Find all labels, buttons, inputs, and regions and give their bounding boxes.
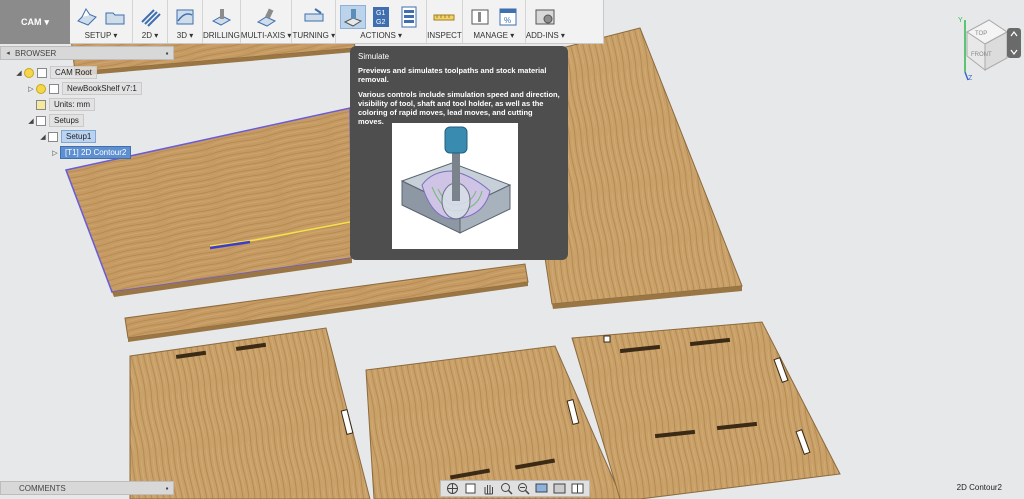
- simulation-preview-image: [392, 123, 518, 249]
- expand-arrow-icon[interactable]: ◢: [26, 117, 36, 125]
- expand-arrow-icon[interactable]: ◢: [38, 133, 48, 141]
- zoom-icon[interactable]: [499, 482, 513, 495]
- svg-text:%: %: [504, 16, 511, 25]
- collapse-icon[interactable]: ◂: [1, 49, 15, 57]
- grid-settings-icon[interactable]: [552, 482, 566, 495]
- cube-face-top[interactable]: TOP: [975, 31, 987, 37]
- wood-panel-selected[interactable]: [64, 107, 353, 297]
- visibility-bulb-icon[interactable]: [36, 83, 46, 94]
- workspace-label: CAM: [20, 17, 42, 27]
- tree-item-operation[interactable]: ▷ [T1] 2D Contour2: [50, 146, 132, 159]
- viewports-icon[interactable]: [570, 482, 584, 495]
- toolbar-label-actions: ACTIONS ▾: [360, 31, 403, 40]
- tree-item-setups[interactable]: ◢ Setups: [26, 114, 84, 127]
- wood-panel-bottom-left[interactable]: [129, 327, 371, 499]
- expand-arrow-icon[interactable]: ▷: [50, 149, 60, 157]
- drill-icon[interactable]: [208, 5, 234, 29]
- browser-options-icon[interactable]: ▪: [161, 49, 173, 58]
- g1-label: G1: [376, 10, 385, 17]
- tree-item-setup1[interactable]: ◢ Setup1: [38, 130, 97, 143]
- toolbar-group-setup[interactable]: SETUP ▾: [70, 0, 133, 43]
- toolbar-label-add-ins: ADD-INS ▾: [525, 31, 565, 40]
- browser-title: BROWSER: [15, 48, 57, 58]
- turning-icon[interactable]: [301, 5, 327, 29]
- toolbar-group-2d[interactable]: 2D ▾: [133, 0, 168, 43]
- toolbar-label-2d: 2D ▾: [141, 31, 159, 40]
- toolbar-group-multi-axis[interactable]: MULTI-AXIS ▾: [241, 0, 293, 43]
- tree-label: CAM Root: [50, 66, 97, 79]
- simulate-tooltip: Simulate Previews and simulates toolpath…: [350, 46, 568, 260]
- wood-panel-bottom-right[interactable]: [571, 321, 841, 499]
- g2-label: G2: [376, 19, 385, 26]
- axis-y-label: Y: [958, 17, 963, 24]
- toolbar-label-turning: TURNING ▾: [292, 31, 336, 40]
- 3d-adaptive-icon[interactable]: [172, 5, 198, 29]
- tool-library-icon[interactable]: [467, 5, 493, 29]
- tree-item-model[interactable]: ▷ NewBookShelf v7:1: [26, 82, 142, 95]
- tree-label: Setups: [49, 114, 84, 127]
- expand-arrow-icon[interactable]: ▷: [26, 85, 36, 93]
- measure-icon[interactable]: [431, 5, 457, 29]
- tree-label: Units: mm: [49, 98, 95, 111]
- multi-axis-icon[interactable]: [253, 5, 279, 29]
- tree-item-units[interactable]: Units: mm: [36, 98, 95, 111]
- tooltip-paragraph-2: Various controls include simulation spee…: [358, 90, 560, 126]
- new-setup-icon[interactable]: [74, 5, 100, 29]
- look-at-icon[interactable]: [464, 482, 478, 495]
- tree-label: Setup1: [61, 130, 97, 143]
- toolbar-group-manage[interactable]: % MANAGE ▾: [463, 0, 526, 43]
- toolbar-group-drilling[interactable]: DRILLING: [203, 0, 241, 43]
- tree-item-cam-root[interactable]: ◢ CAM Root: [14, 66, 97, 79]
- toolbar-group-inspect[interactable]: INSPECT: [427, 0, 463, 43]
- orbit-icon[interactable]: [446, 482, 460, 495]
- folder-icon: [37, 67, 47, 78]
- folder-icon: [36, 115, 46, 126]
- toolbar-label-setup: SETUP ▾: [84, 31, 118, 40]
- scripts-addins-icon[interactable]: [532, 5, 558, 29]
- toolbar-group-add-ins[interactable]: ADD-INS ▾: [526, 0, 565, 43]
- comments-toggle-icon[interactable]: ▪: [161, 484, 173, 493]
- visibility-bulb-icon[interactable]: [24, 67, 34, 78]
- simulate-icon[interactable]: [340, 5, 367, 29]
- setup-sheet-icon[interactable]: [396, 5, 422, 29]
- zoom-window-icon[interactable]: [517, 482, 531, 495]
- navigation-bar: [440, 480, 590, 497]
- toolbar-label-drilling: DRILLING: [203, 31, 240, 40]
- toolbar: CAM ▾ SETUP ▾ 2D ▾ 3D ▾ DRILLING MULTI-A…: [0, 0, 604, 44]
- component-icon: [49, 83, 59, 94]
- setup-icon: [48, 131, 58, 142]
- browser-header[interactable]: ◂ BROWSER ▪: [0, 46, 174, 60]
- toolbar-label-multi-axis: MULTI-AXIS ▾: [240, 31, 292, 40]
- toolbar-group-turning[interactable]: TURNING ▾: [292, 0, 337, 43]
- toolbar-group-actions[interactable]: G1 G2 ACTIONS ▾: [336, 0, 428, 43]
- tooltip-paragraph-1: Previews and simulates toolpaths and sto…: [358, 66, 547, 84]
- folder-setup-icon[interactable]: [102, 5, 128, 29]
- post-process-icon[interactable]: G1 G2: [368, 5, 394, 29]
- axis-z-label: Z: [968, 75, 973, 82]
- view-cube[interactable]: Y Z TOP FRONT: [955, 12, 1024, 82]
- comments-panel[interactable]: COMMENTS ▪: [0, 481, 174, 495]
- status-selection-text: 2D Contour2: [956, 483, 1002, 492]
- toolbar-label-manage: MANAGE ▾: [473, 31, 515, 40]
- pan-hand-icon[interactable]: [481, 482, 495, 495]
- toolbar-label-3d: 3D ▾: [176, 31, 194, 40]
- template-library-icon[interactable]: %: [495, 5, 521, 29]
- display-settings-icon[interactable]: [535, 482, 549, 495]
- tree-label: NewBookShelf v7:1: [62, 82, 142, 95]
- workspace-switcher[interactable]: CAM ▾: [0, 0, 70, 44]
- 2d-contour-icon[interactable]: [137, 5, 163, 29]
- cube-face-front[interactable]: FRONT: [971, 52, 992, 58]
- document-icon: [36, 99, 46, 110]
- toolbar-group-3d[interactable]: 3D ▾: [168, 0, 203, 43]
- chevron-down-icon: ▾: [44, 16, 50, 27]
- tooltip-title: Simulate: [358, 52, 390, 61]
- comments-title: COMMENTS: [19, 483, 66, 493]
- tree-label: [T1] 2D Contour2: [60, 146, 132, 159]
- toolbar-label-inspect: INSPECT: [427, 31, 462, 40]
- expand-arrow-icon[interactable]: ◢: [14, 69, 24, 77]
